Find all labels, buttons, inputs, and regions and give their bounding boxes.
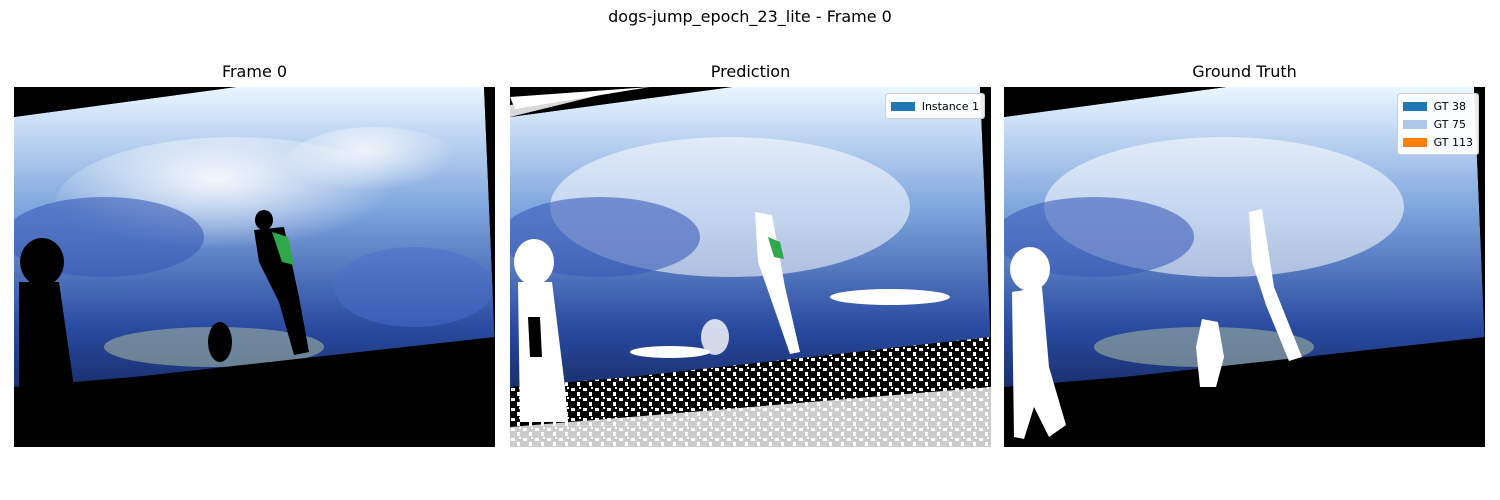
figure-title: dogs-jump_epoch_23_lite - Frame 0 bbox=[608, 7, 892, 26]
legend-item-gt-75: GT 75 bbox=[1402, 115, 1473, 133]
legend-label: GT 113 bbox=[1433, 135, 1473, 149]
panel-prediction: Prediction Instance 1 bbox=[510, 60, 991, 447]
legend-swatch bbox=[1402, 137, 1427, 147]
panel-title-ground-truth: Ground Truth bbox=[1192, 62, 1297, 81]
legend-item-gt-38: GT 38 bbox=[1402, 97, 1473, 115]
legend-swatch bbox=[890, 101, 915, 111]
sky-scene-image bbox=[14, 87, 495, 447]
legend-label: Instance 1 bbox=[921, 99, 979, 113]
panel-frame: Frame 0 bbox=[14, 60, 495, 447]
ground-truth-image: GT 38 GT 75 GT 113 bbox=[1004, 87, 1485, 447]
legend-item-gt-113: GT 113 bbox=[1402, 133, 1473, 151]
legend-swatch bbox=[1402, 101, 1427, 111]
prediction-mask-overlay bbox=[510, 87, 991, 447]
panel-ground-truth: Ground Truth GT 38 GT 75 GT 113 bbox=[1004, 60, 1485, 447]
legend-item-instance-1: Instance 1 bbox=[890, 97, 979, 115]
ground-truth-legend: GT 38 GT 75 GT 113 bbox=[1396, 93, 1479, 155]
frame-image bbox=[14, 87, 495, 447]
legend-label: GT 75 bbox=[1433, 117, 1467, 131]
legend-swatch bbox=[1402, 119, 1427, 129]
prediction-legend: Instance 1 bbox=[884, 93, 985, 119]
panel-title-frame: Frame 0 bbox=[221, 62, 288, 81]
prediction-image: Instance 1 bbox=[510, 87, 991, 447]
panel-title-prediction: Prediction bbox=[710, 62, 791, 81]
legend-label: GT 38 bbox=[1433, 99, 1467, 113]
